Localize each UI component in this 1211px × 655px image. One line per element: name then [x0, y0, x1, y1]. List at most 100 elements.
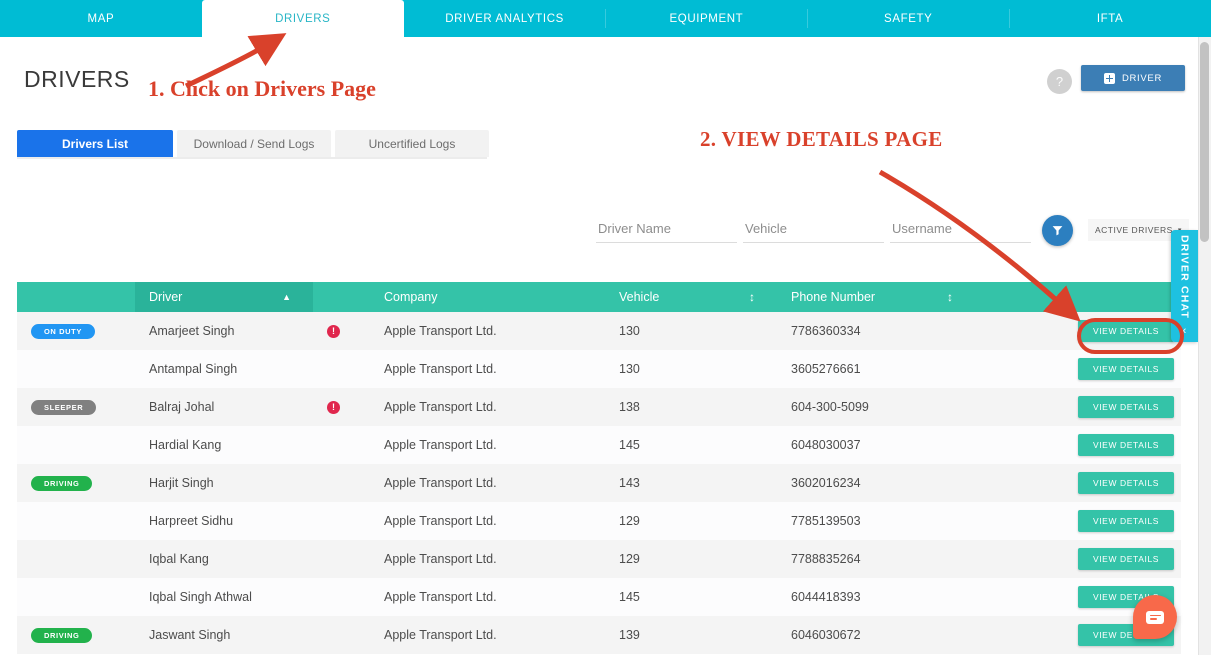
subtab-bar: Drivers List Download / Send Logs Uncert… [17, 130, 489, 157]
username-field-wrap [890, 217, 1031, 245]
chevron-left-icon: ‹ [1182, 324, 1187, 337]
cell-company: Apple Transport Ltd. [384, 628, 497, 642]
active-drivers-dropdown-label: ACTIVE DRIVERS [1095, 225, 1173, 235]
plus-icon [1103, 72, 1115, 84]
cell-driver-name: Jaswant Singh [149, 628, 231, 642]
chat-bubble-fab[interactable] [1133, 595, 1177, 639]
subtab-underline [17, 157, 487, 159]
nav-tab-driver-analytics[interactable]: DRIVER ANALYTICS [404, 0, 606, 37]
cell-phone-number: 6044418393 [791, 590, 861, 604]
nav-tab-safety[interactable]: SAFETY [807, 0, 1009, 37]
cell-vehicle: 145 [619, 590, 640, 604]
status-badge: ON DUTY [31, 323, 95, 339]
nav-tab-drivers-label: DRIVERS [275, 12, 331, 25]
cell-alert [313, 464, 370, 502]
cell-company: Apple Transport Ltd. [384, 400, 497, 414]
add-driver-button[interactable]: DRIVER [1081, 65, 1185, 91]
driver-name-input[interactable] [596, 217, 737, 243]
tab-download-send-logs[interactable]: Download / Send Logs [177, 130, 331, 157]
page-content: DRIVERS ? DRIVER Drivers List Download /… [0, 37, 1198, 655]
vehicle-input[interactable] [743, 217, 884, 243]
cell-vehicle: 129 [619, 514, 640, 528]
cell-vehicle: 138 [619, 400, 640, 414]
column-header-company[interactable]: Company [370, 282, 605, 312]
view-details-button[interactable]: VIEW DETAILS [1078, 320, 1174, 342]
table-row[interactable]: Hardial Kang Apple Transport Ltd. 145 60480… [17, 426, 1181, 464]
cell-vehicle: 143 [619, 476, 640, 490]
cell-alert: ! [313, 388, 370, 426]
cell-driver-name: Hardial Kang [149, 438, 222, 452]
cell-phone-number: 7788835264 [791, 552, 861, 566]
cell-vehicle: 130 [619, 362, 640, 376]
cell-company: Apple Transport Ltd. [384, 324, 497, 338]
tab-uncertified-logs[interactable]: Uncertified Logs [335, 130, 489, 157]
cell-alert [313, 578, 370, 616]
add-driver-button-label: DRIVER [1121, 72, 1163, 84]
nav-tab-safety-label: SAFETY [884, 12, 933, 25]
nav-tab-ifta[interactable]: IFTA [1009, 0, 1211, 37]
page-scrollbar-thumb[interactable] [1200, 42, 1209, 242]
view-details-button[interactable]: VIEW DETAILS [1078, 510, 1174, 532]
table-header-row: Driver ▲ Company Vehicle ↕ Phone Number … [17, 282, 1181, 312]
cell-driver-name: Balraj Johal [149, 400, 215, 414]
cell-status [17, 350, 135, 388]
cell-phone-number: 6048030037 [791, 438, 861, 452]
help-icon[interactable]: ? [1047, 69, 1072, 94]
table-row[interactable]: DRIVING Jaswant Singh Apple Transport Ltd.… [17, 616, 1181, 654]
driver-chat-tab[interactable]: DRIVER CHAT ‹ [1171, 230, 1198, 342]
cell-status: ON DUTY [17, 312, 135, 350]
column-header-phone-label: Phone Number [791, 290, 876, 304]
tab-drivers-list-label: Drivers List [61, 136, 129, 151]
username-input[interactable] [890, 217, 1031, 243]
table-row[interactable]: SLEEPER Balraj Johal! Apple Transport Ltd.… [17, 388, 1181, 426]
table-row[interactable]: Antampal Singh Apple Transport Ltd. 130 360… [17, 350, 1181, 388]
cell-phone-number: 3602016234 [791, 476, 861, 490]
cell-action: VIEW DETAILS [1072, 312, 1181, 350]
cell-alert: ! [313, 312, 370, 350]
cell-phone-number: 7785139503 [791, 514, 861, 528]
table-row[interactable]: Iqbal Singh Athwal Apple Transport Ltd. 14… [17, 578, 1181, 616]
driver-name-field-wrap [596, 217, 737, 245]
table-body: ON DUTY Amarjeet Singh! Apple Transport Lt… [17, 312, 1181, 654]
driver-chat-tab-label: DRIVER CHAT [1178, 235, 1191, 320]
cell-status: DRIVING [17, 464, 135, 502]
view-details-button[interactable]: VIEW DETAILS [1078, 396, 1174, 418]
help-icon-label: ? [1055, 74, 1064, 89]
table-row[interactable]: Harpreet Sidhu Apple Transport Ltd. 129 778… [17, 502, 1181, 540]
chat-bubble-icon [1146, 610, 1164, 624]
column-header-phone[interactable]: Phone Number ↕ [777, 282, 1072, 312]
tab-drivers-list[interactable]: Drivers List [17, 130, 173, 157]
filter-button[interactable] [1042, 215, 1073, 246]
drivers-page-app: MAP DRIVERS DRIVER ANALYTICS EQUIPMENT S… [0, 0, 1211, 655]
cell-action: VIEW DETAILS [1072, 464, 1181, 502]
view-details-button[interactable]: VIEW DETAILS [1078, 548, 1174, 570]
view-details-button[interactable]: VIEW DETAILS [1078, 434, 1174, 456]
cell-status: SLEEPER [17, 388, 135, 426]
table-row[interactable]: ON DUTY Amarjeet Singh! Apple Transport Lt… [17, 312, 1181, 350]
cell-phone-number: 6046030672 [791, 628, 861, 642]
cell-company: Apple Transport Ltd. [384, 362, 497, 376]
alert-icon[interactable]: ! [327, 324, 340, 338]
cell-driver-name: Iqbal Kang [149, 552, 209, 566]
table-row[interactable]: DRIVING Harjit Singh Apple Transport Ltd. 1… [17, 464, 1181, 502]
view-details-button[interactable]: VIEW DETAILS [1078, 358, 1174, 380]
status-badge: SLEEPER [31, 399, 97, 415]
column-header-driver[interactable]: Driver ▲ [135, 282, 313, 312]
nav-tab-drivers[interactable]: DRIVERS [201, 0, 404, 37]
column-header-vehicle-label: Vehicle [619, 290, 660, 304]
nav-tab-driver-analytics-label: DRIVER ANALYTICS [445, 12, 564, 25]
table-row[interactable]: Iqbal Kang Apple Transport Ltd. 129 7788835… [17, 540, 1181, 578]
cell-vehicle: 129 [619, 552, 640, 566]
drivers-table: Driver ▲ Company Vehicle ↕ Phone Number … [17, 282, 1181, 654]
column-header-driver-label: Driver [149, 290, 183, 304]
view-details-button[interactable]: VIEW DETAILS [1078, 472, 1174, 494]
alert-icon[interactable]: ! [327, 400, 340, 414]
nav-tab-equipment[interactable]: EQUIPMENT [605, 0, 807, 37]
column-header-company-label: Company [384, 290, 438, 304]
cell-vehicle: 145 [619, 438, 640, 452]
sort-both-icon-phone: ↕ [947, 290, 953, 304]
column-header-vehicle[interactable]: Vehicle ↕ [605, 282, 777, 312]
nav-tab-map[interactable]: MAP [0, 0, 202, 37]
main-navigation-bar: MAP DRIVERS DRIVER ANALYTICS EQUIPMENT S… [0, 0, 1211, 37]
sort-both-icon-vehicle: ↕ [749, 290, 755, 304]
